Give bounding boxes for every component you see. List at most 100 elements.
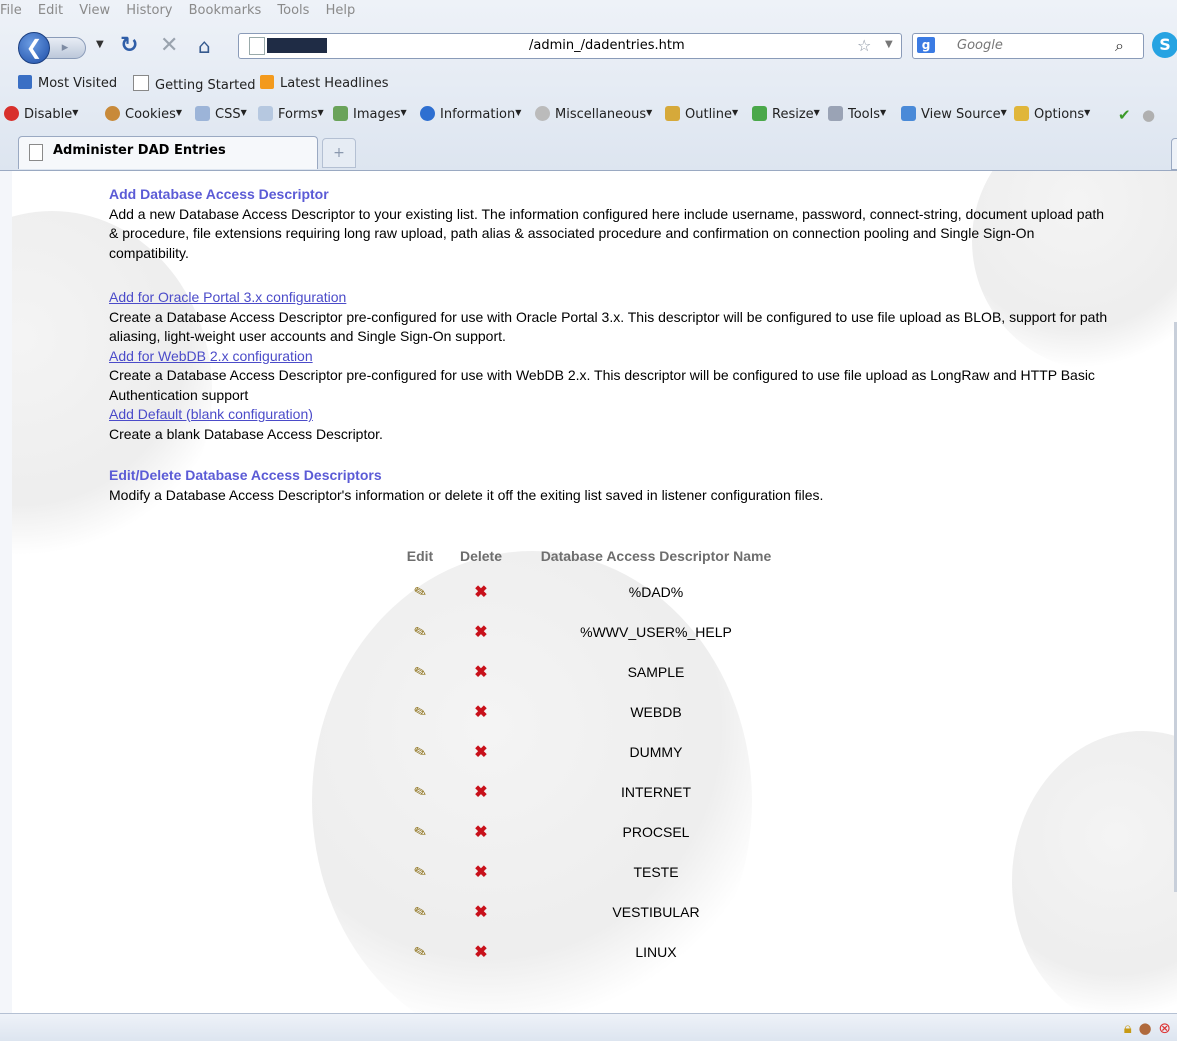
delete-x-icon[interactable]: ✖ bbox=[474, 942, 487, 962]
add-section-title: Add Database Access Descriptor bbox=[109, 186, 329, 202]
tool-disable[interactable]: Disable▼ bbox=[4, 106, 78, 122]
history-dropdown-icon[interactable]: ▼ bbox=[96, 39, 104, 50]
delete-x-icon[interactable]: ✖ bbox=[474, 902, 487, 922]
tool-outline[interactable]: Outline▼ bbox=[665, 106, 738, 122]
delete-x-icon[interactable]: ✖ bbox=[474, 822, 487, 842]
tab-title: Administer DAD Entries bbox=[53, 143, 226, 158]
tool-cookies[interactable]: Cookies▼ bbox=[105, 106, 182, 122]
status-dot-icon[interactable]: ● bbox=[1142, 106, 1155, 124]
delete-x-icon[interactable]: ✖ bbox=[474, 862, 487, 882]
edit-pencil-icon[interactable]: ✎ bbox=[412, 702, 429, 723]
edit-pencil-icon[interactable]: ✎ bbox=[412, 662, 429, 683]
reload-icon[interactable]: ↻ bbox=[120, 33, 138, 58]
url-text: /admin_/dadentries.htm bbox=[529, 38, 685, 53]
images-icon bbox=[333, 106, 348, 121]
google-engine-icon[interactable]: g bbox=[917, 37, 935, 53]
menu-tools[interactable]: Tools bbox=[277, 3, 309, 18]
outline-icon bbox=[665, 106, 680, 121]
status-bar: 🔒︎ ● ⊗ bbox=[0, 1013, 1177, 1041]
add-webdb-link[interactable]: Add for WebDB 2.x configuration bbox=[109, 347, 1109, 367]
edit-pencil-icon[interactable]: ✎ bbox=[412, 822, 429, 843]
menu-history[interactable]: History bbox=[126, 3, 172, 18]
add-default-link[interactable]: Add Default (blank configuration) bbox=[109, 405, 1109, 425]
tool-css[interactable]: CSS▼ bbox=[195, 106, 247, 122]
menu-view[interactable]: View bbox=[79, 3, 110, 18]
delete-x-icon[interactable]: ✖ bbox=[474, 582, 487, 602]
dad-name: %DAD% bbox=[628, 584, 684, 600]
dad-name: WEBDB bbox=[630, 704, 682, 720]
bookmark-most-visited[interactable]: Most Visited bbox=[18, 75, 117, 91]
resize-icon bbox=[752, 106, 767, 121]
options-icon bbox=[1014, 106, 1029, 121]
menu-bookmarks[interactable]: Bookmarks bbox=[189, 3, 262, 18]
information-icon bbox=[420, 106, 435, 121]
new-tab-button[interactable]: + bbox=[322, 138, 356, 168]
header-edit: Edit bbox=[406, 548, 434, 564]
tab-list-edge bbox=[1171, 138, 1177, 170]
table-row: ✎ ✖ LINUX bbox=[395, 932, 795, 972]
tab-administer-dad-entries[interactable]: Administer DAD Entries bbox=[18, 136, 318, 169]
delete-x-icon[interactable]: ✖ bbox=[474, 702, 487, 722]
edit-section-title: Edit/Delete Database Access Descriptors bbox=[109, 467, 382, 483]
search-icon[interactable]: ⌕ bbox=[1115, 36, 1124, 56]
edit-pencil-icon[interactable]: ✎ bbox=[412, 622, 429, 643]
validation-check-icon[interactable]: ✔ bbox=[1118, 106, 1131, 124]
url-dropdown-icon[interactable]: ▼ bbox=[885, 39, 893, 50]
tool-images[interactable]: Images▼ bbox=[333, 106, 407, 122]
table-row: ✎ ✖ PROCSEL bbox=[395, 812, 795, 852]
tool-information[interactable]: Information▼ bbox=[420, 106, 521, 122]
webdb-description: Create a Database Access Descriptor pre-… bbox=[109, 367, 1095, 403]
tool-tools[interactable]: Tools▼ bbox=[828, 106, 886, 122]
bookmark-star-icon[interactable]: ☆ bbox=[857, 36, 871, 55]
rss-feed-icon bbox=[260, 75, 274, 89]
dad-name: %WWV_USER%_HELP bbox=[580, 624, 732, 640]
delete-x-icon[interactable]: ✖ bbox=[474, 662, 487, 682]
edit-pencil-icon[interactable]: ✎ bbox=[412, 582, 429, 603]
skype-icon[interactable]: S bbox=[1152, 32, 1177, 58]
menu-file[interactable]: File bbox=[0, 3, 22, 18]
bookmark-getting-started[interactable]: Getting Started bbox=[133, 75, 256, 93]
lock-icon[interactable]: 🔒︎ bbox=[1124, 1019, 1132, 1037]
view-source-icon bbox=[901, 106, 916, 121]
delete-x-icon[interactable]: ✖ bbox=[474, 742, 487, 762]
dad-name: TESTE bbox=[633, 864, 679, 880]
tool-miscellaneous[interactable]: Miscellaneous▼ bbox=[535, 106, 652, 122]
dad-table: Edit Delete Database Access Descriptor N… bbox=[395, 540, 795, 972]
table-row: ✎ ✖ %WWV_USER%_HELP bbox=[395, 612, 795, 652]
forward-button[interactable]: ▸ bbox=[44, 37, 86, 59]
delete-x-icon[interactable]: ✖ bbox=[474, 782, 487, 802]
edit-pencil-icon[interactable]: ✎ bbox=[412, 942, 429, 963]
delete-x-icon[interactable]: ✖ bbox=[474, 622, 487, 642]
address-bar[interactable]: /admin_/dadentries.htm ☆ ▼ bbox=[238, 33, 902, 59]
stop-icon[interactable]: ✕ bbox=[160, 33, 178, 58]
cookie-icon[interactable]: ● bbox=[1139, 1019, 1152, 1037]
table-row: ✎ ✖ INTERNET bbox=[395, 772, 795, 812]
menu-edit[interactable]: Edit bbox=[38, 3, 63, 18]
main-text: Add Database Access Descriptor Add a new… bbox=[109, 185, 1109, 505]
cookies-icon bbox=[105, 106, 120, 121]
dad-name: INTERNET bbox=[621, 784, 691, 800]
edit-pencil-icon[interactable]: ✎ bbox=[412, 742, 429, 763]
tool-forms[interactable]: Forms▼ bbox=[258, 106, 324, 122]
browser-chrome: File Edit View History Bookmarks Tools H… bbox=[0, 0, 1177, 171]
oracle-portal-description: Create a Database Access Descriptor pre-… bbox=[109, 308, 1108, 345]
header-name: Database Access Descriptor Name bbox=[540, 548, 772, 564]
edit-pencil-icon[interactable]: ✎ bbox=[412, 902, 429, 923]
tool-view-source[interactable]: View Source▼ bbox=[901, 106, 1007, 122]
blocked-icon[interactable]: ⊗ bbox=[1158, 1019, 1171, 1037]
tool-options[interactable]: Options▼ bbox=[1014, 106, 1090, 122]
menu-help[interactable]: Help bbox=[326, 3, 356, 18]
search-box[interactable]: g Google ⌕ bbox=[912, 33, 1144, 59]
add-oracle-portal-link[interactable]: Add for Oracle Portal 3.x configuration bbox=[109, 288, 1109, 308]
forms-icon bbox=[258, 106, 273, 121]
bookmark-latest-headlines[interactable]: Latest Headlines bbox=[260, 75, 389, 91]
back-button[interactable]: ❮ bbox=[18, 32, 50, 64]
home-icon[interactable]: ⌂ bbox=[198, 34, 211, 58]
dad-name: PROCSEL bbox=[622, 824, 690, 840]
tool-resize[interactable]: Resize▼ bbox=[752, 106, 820, 122]
edit-pencil-icon[interactable]: ✎ bbox=[412, 862, 429, 883]
table-row: ✎ ✖ %DAD% bbox=[395, 572, 795, 612]
dad-name: VESTIBULAR bbox=[612, 904, 700, 920]
table-row: ✎ ✖ DUMMY bbox=[395, 732, 795, 772]
edit-pencil-icon[interactable]: ✎ bbox=[412, 782, 429, 803]
